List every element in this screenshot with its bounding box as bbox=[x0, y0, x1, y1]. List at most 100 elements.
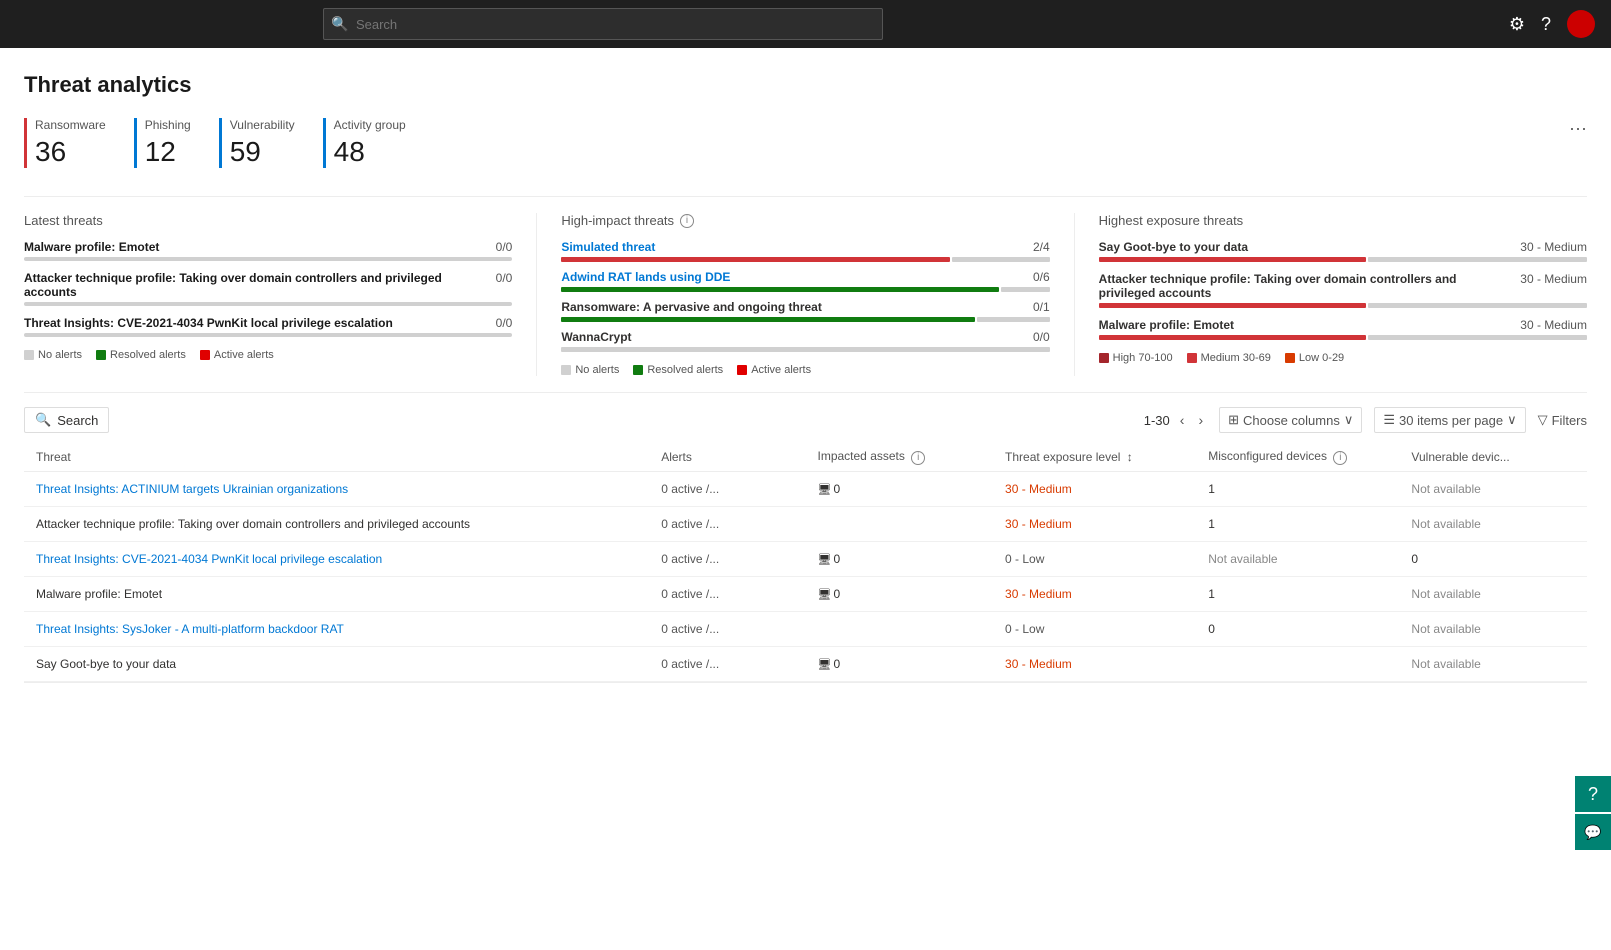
vulnerable-cell-2: 0 bbox=[1399, 541, 1587, 576]
pagination-next-button[interactable]: › bbox=[1194, 410, 1207, 430]
help-icon[interactable]: ? bbox=[1541, 14, 1551, 35]
exposure-cell-3: 30 - Medium bbox=[993, 576, 1196, 611]
misconfig-cell-2: Not available bbox=[1196, 541, 1399, 576]
settings-icon[interactable]: ⚙ bbox=[1509, 14, 1525, 35]
impacted-info-icon: i bbox=[911, 451, 925, 465]
table-header-row: Threat Alerts Impacted assets i Threat e… bbox=[24, 443, 1587, 471]
table-search-button[interactable]: 🔍 Search bbox=[24, 407, 109, 433]
device-icon-0: 🖥 bbox=[818, 484, 832, 496]
topbar: 🔍 ⚙ ? bbox=[0, 0, 1611, 48]
misconfig-cell-4: 0 bbox=[1196, 611, 1399, 646]
exposure-cell-4: 0 - Low bbox=[993, 611, 1196, 646]
table-toolbar: 🔍 Search 1-30 ‹ › ⊞ Choose columns ∨ ☰ 3… bbox=[24, 407, 1587, 433]
latest-threat-item-1: Attacker technique profile: Taking over … bbox=[24, 271, 512, 306]
latest-threats-list: Malware profile: Emotet 0/0 Attacker tec… bbox=[24, 240, 512, 337]
exposure-sort-icon[interactable]: ↕ bbox=[1127, 450, 1133, 464]
stat-phishing-label: Phishing bbox=[145, 118, 191, 132]
latest-threats-title: Latest threats bbox=[24, 213, 512, 228]
choose-columns-label: Choose columns bbox=[1243, 413, 1340, 428]
threat-name-0: Attacker technique profile: Taking over … bbox=[36, 517, 470, 531]
items-per-page-button[interactable]: ☰ 30 items per page ∨ bbox=[1374, 407, 1525, 433]
assets-cell-5: 🖥0 bbox=[806, 646, 994, 681]
vulnerable-cell-4: Not available bbox=[1399, 611, 1587, 646]
filter-icon: ▽ bbox=[1538, 412, 1548, 428]
assets-cell-3: 🖥0 bbox=[806, 576, 994, 611]
col-exposure: Threat exposure level ↕ bbox=[993, 443, 1196, 471]
hi-item-2: Ransomware: A pervasive and ongoing thre… bbox=[561, 300, 1049, 322]
table-search-label: Search bbox=[57, 413, 98, 428]
items-per-page-label: 30 items per page bbox=[1399, 413, 1503, 428]
high-impact-list: Simulated threat 2/4 Adwind RAT lands us… bbox=[561, 240, 1049, 352]
col-impacted: Impacted assets i bbox=[806, 443, 994, 471]
items-per-page-icon: ☰ bbox=[1383, 412, 1395, 428]
latest-threat-item-0: Malware profile: Emotet 0/0 bbox=[24, 240, 512, 261]
stat-activity-group: Activity group 48 bbox=[323, 118, 434, 168]
table-body: Threat Insights: ACTINIUM targets Ukrain… bbox=[24, 471, 1587, 681]
threat-name-3: Malware profile: Emotet bbox=[36, 587, 162, 601]
highest-exposure-title: Highest exposure threats bbox=[1099, 213, 1587, 228]
col-threat: Threat bbox=[24, 443, 649, 471]
table-row: Threat Insights: ACTINIUM targets Ukrain… bbox=[24, 471, 1587, 506]
stat-activity-group-value: 48 bbox=[334, 136, 406, 168]
pagination-prev-button[interactable]: ‹ bbox=[1176, 410, 1189, 430]
assets-cell-4 bbox=[806, 611, 994, 646]
table-section: 🔍 Search 1-30 ‹ › ⊞ Choose columns ∨ ☰ 3… bbox=[24, 392, 1587, 683]
threat-name-link-2[interactable]: Threat Insights: CVE-2021-4034 PwnKit lo… bbox=[36, 552, 382, 566]
high-impact-legend: No alerts Resolved alerts Active alerts bbox=[561, 364, 1049, 376]
alerts-cell-3: 0 active /... bbox=[649, 576, 805, 611]
side-buttons: ? 💬 bbox=[1575, 776, 1611, 850]
high-impact-info-icon: i bbox=[680, 214, 694, 228]
table-row: Threat Insights: CVE-2021-4034 PwnKit lo… bbox=[24, 541, 1587, 576]
table-row: Threat Insights: SysJoker - A multi-plat… bbox=[24, 611, 1587, 646]
vulnerable-cell-0: Not available bbox=[1399, 471, 1587, 506]
pagination-controls: 1-30 ‹ › bbox=[1144, 410, 1207, 430]
choose-columns-chevron: ∨ bbox=[1344, 412, 1354, 428]
col-alerts: Alerts bbox=[649, 443, 805, 471]
alerts-cell-0: 0 active /... bbox=[649, 471, 805, 506]
pagination-range: 1-30 bbox=[1144, 413, 1170, 428]
device-icon-3: 🖥 bbox=[818, 589, 832, 601]
hi-item-1: Adwind RAT lands using DDE 0/6 bbox=[561, 270, 1049, 292]
exposure-cell-0: 30 - Medium bbox=[993, 471, 1196, 506]
choose-columns-button[interactable]: ⊞ Choose columns ∨ bbox=[1219, 407, 1362, 433]
stat-ransomware-value: 36 bbox=[35, 136, 106, 168]
table-row: Malware profile: Emotet 0 active /... 🖥0… bbox=[24, 576, 1587, 611]
device-icon-2: 🖥 bbox=[818, 554, 832, 566]
exposure-cell-1: 30 - Medium bbox=[993, 506, 1196, 541]
table-wrapper: Threat Alerts Impacted assets i Threat e… bbox=[24, 443, 1587, 683]
items-per-page-chevron: ∨ bbox=[1507, 412, 1517, 428]
misconfig-cell-3: 1 bbox=[1196, 576, 1399, 611]
vulnerable-cell-3: Not available bbox=[1399, 576, 1587, 611]
topbar-search-container: 🔍 bbox=[323, 8, 883, 40]
filters-button[interactable]: ▽ Filters bbox=[1538, 412, 1587, 428]
threat-name-5: Say Goot-bye to your data bbox=[36, 657, 176, 671]
stat-vulnerability-value: 59 bbox=[230, 136, 295, 168]
table-row: Say Goot-bye to your data 0 active /... … bbox=[24, 646, 1587, 681]
avatar[interactable] bbox=[1567, 10, 1595, 38]
latest-threats-panel: Latest threats Malware profile: Emotet 0… bbox=[24, 213, 537, 376]
more-options-button[interactable]: ··· bbox=[1569, 118, 1587, 139]
hi-item-0: Simulated threat 2/4 bbox=[561, 240, 1049, 262]
misconfig-cell-1: 1 bbox=[1196, 506, 1399, 541]
topbar-search-input[interactable] bbox=[323, 8, 883, 40]
assets-cell-0: 🖥0 bbox=[806, 471, 994, 506]
exposure-cell-2: 0 - Low bbox=[993, 541, 1196, 576]
threat-name-link-4[interactable]: Threat Insights: SysJoker - A multi-plat… bbox=[36, 622, 344, 636]
columns-icon: ⊞ bbox=[1228, 412, 1239, 428]
vulnerable-cell-5: Not available bbox=[1399, 646, 1587, 681]
alerts-cell-5: 0 active /... bbox=[649, 646, 805, 681]
threat-name-link-0[interactable]: Threat Insights: ACTINIUM targets Ukrain… bbox=[36, 482, 348, 496]
misconfig-cell-5 bbox=[1196, 646, 1399, 681]
misconfig-info-icon: i bbox=[1333, 451, 1347, 465]
high-impact-panel: High-impact threats i Simulated threat 2… bbox=[537, 213, 1074, 376]
feedback-button[interactable]: 💬 bbox=[1575, 814, 1611, 850]
page-title: Threat analytics bbox=[24, 72, 1587, 98]
chat-button[interactable]: ? bbox=[1575, 776, 1611, 812]
filters-label: Filters bbox=[1552, 413, 1587, 428]
highest-exposure-legend: High 70-100 Medium 30-69 Low 0-29 bbox=[1099, 352, 1587, 364]
hi-item-3: WannaCrypt 0/0 bbox=[561, 330, 1049, 352]
assets-cell-1 bbox=[806, 506, 994, 541]
assets-cell-2: 🖥0 bbox=[806, 541, 994, 576]
latest-threats-legend: No alerts Resolved alerts Active alerts bbox=[24, 349, 512, 361]
main-content: Threat analytics Ransomware 36 Phishing … bbox=[0, 48, 1611, 950]
